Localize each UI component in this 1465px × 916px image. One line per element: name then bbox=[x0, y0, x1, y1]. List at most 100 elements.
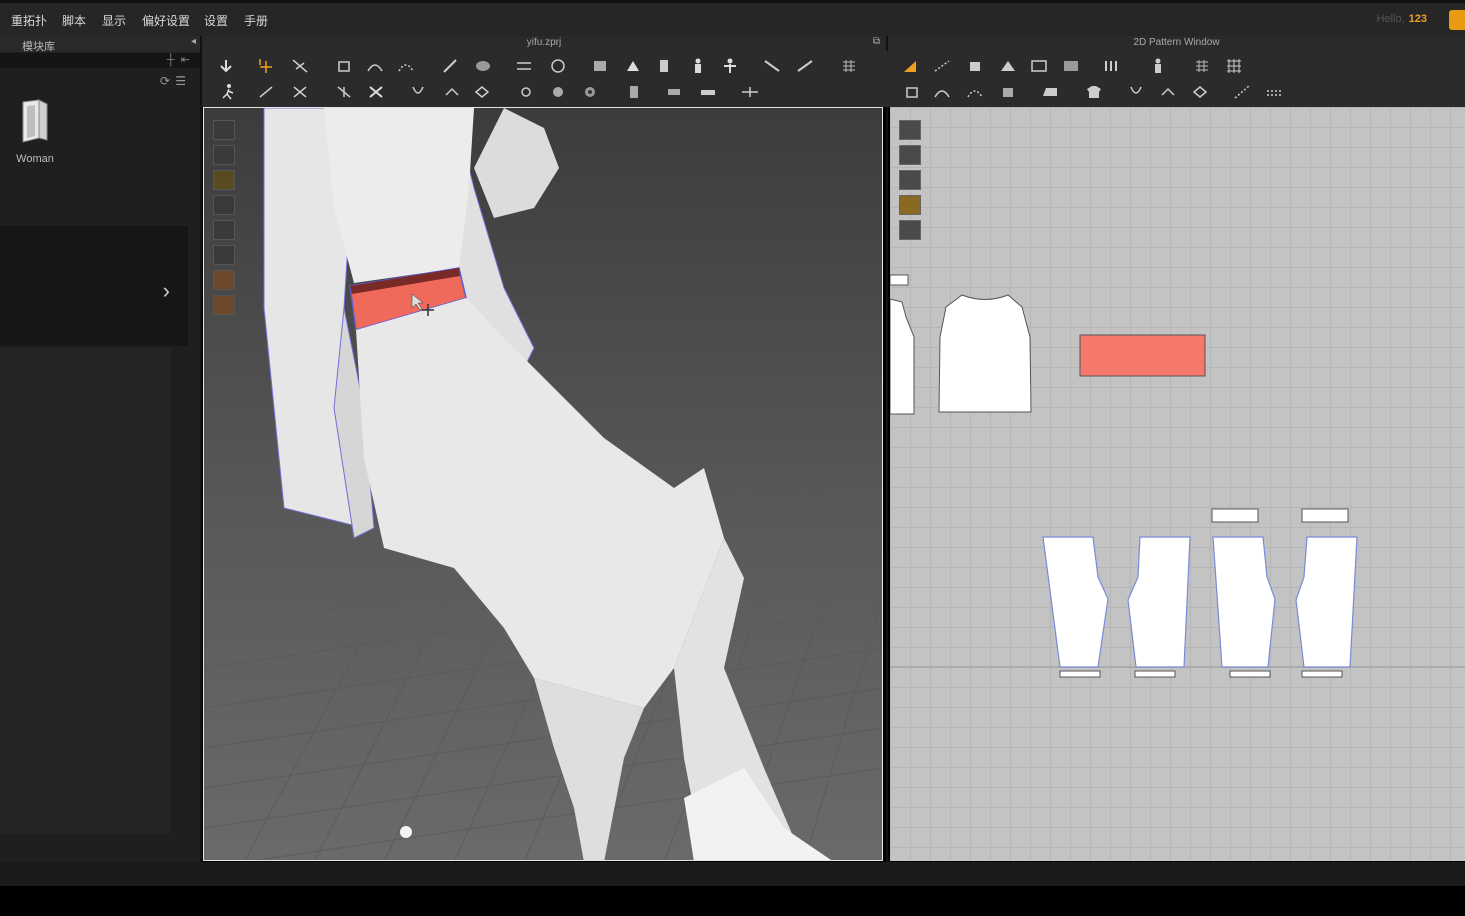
simulate-icon[interactable] bbox=[218, 83, 238, 101]
sew-segment-icon[interactable] bbox=[396, 57, 416, 75]
fold-arrangement-icon[interactable] bbox=[664, 83, 684, 101]
show-texture-icon[interactable] bbox=[213, 220, 235, 240]
puckering-icon[interactable] bbox=[442, 83, 462, 101]
pattern-piece-cuff-1[interactable] bbox=[1059, 670, 1101, 678]
2d-fold-icon[interactable] bbox=[902, 83, 922, 101]
measure-icon[interactable] bbox=[762, 57, 782, 75]
avatar-skin-icon[interactable] bbox=[213, 270, 235, 290]
pattern-piece-pant-2[interactable] bbox=[1127, 536, 1191, 668]
tack-icon[interactable] bbox=[514, 57, 534, 75]
path-controls[interactable]: ┼ ⇤ bbox=[167, 53, 190, 66]
2d-info-icon[interactable] bbox=[899, 170, 921, 190]
2d-show-garment-icon[interactable] bbox=[899, 145, 921, 165]
list-view-icon[interactable]: ☰ bbox=[175, 74, 186, 88]
maximize-icon[interactable]: ⧉ bbox=[873, 36, 880, 47]
transform-move-icon[interactable] bbox=[740, 83, 760, 101]
pattern-piece-cuff-4[interactable] bbox=[1301, 670, 1343, 678]
2d-free-sew-icon[interactable] bbox=[998, 83, 1018, 101]
transform-icon[interactable] bbox=[256, 57, 276, 75]
polygon-icon[interactable] bbox=[998, 57, 1018, 75]
button-icon[interactable] bbox=[408, 83, 428, 101]
pleats-icon[interactable] bbox=[1102, 57, 1122, 75]
3d-scene[interactable] bbox=[204, 108, 883, 861]
pattern-piece-cuff-3[interactable] bbox=[1229, 670, 1271, 678]
2d-sew-segment-icon[interactable] bbox=[965, 83, 985, 101]
select-pin-icon[interactable] bbox=[256, 83, 276, 101]
show-mesh-icon[interactable] bbox=[213, 245, 235, 265]
refresh-icon[interactable]: ⟳ bbox=[160, 74, 170, 88]
pattern-piece-back[interactable] bbox=[938, 294, 1032, 413]
pattern-piece-waistband-small-2[interactable] bbox=[1301, 508, 1349, 523]
internal-shape-icon[interactable] bbox=[1061, 57, 1081, 75]
chevron-right-icon[interactable]: › bbox=[163, 278, 170, 304]
2d-show-pen-icon[interactable] bbox=[899, 120, 921, 140]
cut-icon[interactable] bbox=[290, 83, 310, 101]
arrangement-icon[interactable] bbox=[720, 57, 740, 75]
grid-icon[interactable] bbox=[839, 57, 859, 75]
2d-line-icon[interactable] bbox=[1232, 83, 1252, 101]
environment-globe-icon[interactable] bbox=[213, 295, 235, 315]
2d-sew-icon[interactable] bbox=[932, 83, 952, 101]
pattern-piece-waistband-small-1[interactable] bbox=[1211, 508, 1259, 523]
panel-divider[interactable] bbox=[200, 36, 202, 862]
2d-puckering-icon[interactable] bbox=[1158, 83, 1178, 101]
show-pins-icon[interactable] bbox=[213, 170, 235, 190]
app-logo-icon[interactable] bbox=[1449, 10, 1465, 30]
tack-on-avatar-icon[interactable] bbox=[548, 57, 568, 75]
rectangle-icon[interactable] bbox=[1029, 57, 1049, 75]
left-leg[interactable] bbox=[534, 678, 644, 861]
sew-icon[interactable] bbox=[365, 57, 385, 75]
library-item-woman[interactable]: Woman bbox=[10, 98, 60, 165]
shorts[interactable] bbox=[356, 298, 724, 708]
pattern-piece-front[interactable] bbox=[890, 298, 915, 415]
topstitch-icon[interactable] bbox=[624, 83, 644, 101]
user-name[interactable]: 123 bbox=[1409, 13, 1427, 25]
tape-icon[interactable] bbox=[795, 57, 815, 75]
pattern-piece-cuff-2[interactable] bbox=[1134, 670, 1176, 678]
menu-retopology[interactable]: 重拓扑 bbox=[11, 12, 47, 29]
2d-pattern-viewport[interactable] bbox=[890, 107, 1465, 861]
pattern-piece-waistband-selected[interactable] bbox=[1079, 334, 1206, 377]
2d-avatar-icon[interactable] bbox=[1148, 57, 1168, 75]
pattern-piece-pant-1[interactable] bbox=[1042, 536, 1109, 668]
2d-grid-icon[interactable] bbox=[1192, 57, 1212, 75]
2d-garment-icon[interactable] bbox=[1084, 83, 1104, 101]
menu-manual[interactable]: 手册 bbox=[244, 12, 268, 29]
2d-select-icon[interactable] bbox=[900, 57, 920, 75]
library-path-bar[interactable]: ┼ ⇤ bbox=[0, 53, 200, 68]
select-move-icon[interactable] bbox=[216, 57, 236, 75]
pattern-piece-pant-4[interactable] bbox=[1295, 536, 1358, 668]
show-garment-icon[interactable] bbox=[213, 145, 235, 165]
2d-shirring-icon[interactable] bbox=[1190, 83, 1210, 101]
pin-icon[interactable] bbox=[440, 57, 460, 75]
fold-icon[interactable] bbox=[334, 57, 354, 75]
2d-dashed-line-icon[interactable] bbox=[1265, 83, 1285, 101]
button-add-icon[interactable] bbox=[548, 83, 568, 101]
collapse-arrow-icon[interactable]: ◂ bbox=[191, 36, 196, 47]
menu-script[interactable]: 脚本 bbox=[62, 12, 86, 29]
light-source-icon[interactable] bbox=[400, 826, 412, 838]
2d-lock-icon[interactable] bbox=[899, 220, 921, 240]
cut-sew-icon[interactable] bbox=[366, 83, 386, 101]
sleeve[interactable] bbox=[474, 108, 559, 218]
2d-transform-icon[interactable] bbox=[965, 57, 985, 75]
shirring-icon[interactable] bbox=[472, 83, 492, 101]
3d-viewport[interactable] bbox=[203, 107, 883, 861]
pattern-canvas[interactable] bbox=[890, 107, 1465, 861]
menu-display[interactable]: 显示 bbox=[102, 12, 126, 29]
panel-divider[interactable] bbox=[886, 36, 888, 862]
zipper-icon[interactable] bbox=[580, 83, 600, 101]
strengthen-icon[interactable] bbox=[698, 83, 718, 101]
3d-view-mode-icon[interactable] bbox=[213, 120, 235, 140]
avatar-icon[interactable] bbox=[623, 57, 643, 75]
2d-grid-full-icon[interactable] bbox=[1224, 57, 1244, 75]
menu-preferences[interactable]: 偏好设置 bbox=[142, 12, 190, 29]
menu-settings[interactable]: 设置 bbox=[204, 12, 228, 29]
fabric-icon[interactable] bbox=[590, 57, 610, 75]
2d-texture-icon[interactable] bbox=[899, 195, 921, 215]
2d-iron-icon[interactable] bbox=[1040, 83, 1060, 101]
garment-icon[interactable] bbox=[654, 57, 674, 75]
brush-icon[interactable] bbox=[473, 57, 493, 75]
pattern-piece-pant-3[interactable] bbox=[1212, 536, 1276, 668]
avatar-pose-icon[interactable] bbox=[688, 57, 708, 75]
